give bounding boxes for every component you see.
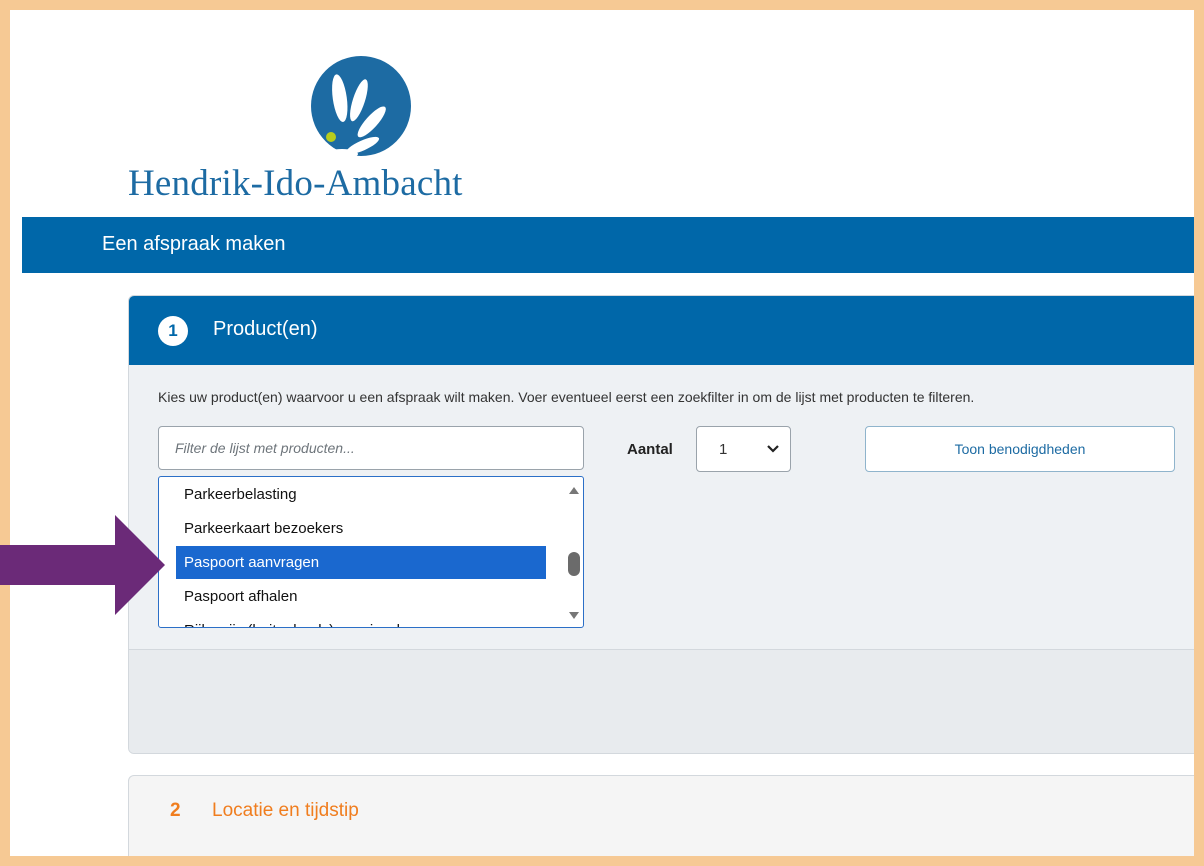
scroll-up-arrow-icon[interactable] [568,485,580,495]
quantity-select[interactable]: 1 [696,426,791,472]
page-header: Een afspraak maken [22,217,1194,273]
chevron-down-icon [767,445,779,453]
step-2-number: 2 [170,800,181,821]
step-1-instructions: Kies uw product(en) waarvoor u een afspr… [158,389,975,405]
step-1-title: Product(en) [213,318,318,340]
step-1-footer [129,649,1194,753]
step-2-title: Locatie en tijdstip [212,800,359,821]
arrow-right-icon [0,515,165,615]
list-item[interactable]: Paspoort afhalen [176,580,546,613]
product-filter-input[interactable] [158,426,584,470]
page-frame: Hendrik-Ido-Ambacht Een afspraak maken 1… [10,10,1194,856]
list-item-selected[interactable]: Paspoort aanvragen [176,546,546,579]
step-1-panel: 1 Product(en) Kies uw product(en) waarvo… [128,295,1194,754]
site-logo[interactable]: Hendrik-Ido-Ambacht [10,10,1194,217]
product-listbox[interactable]: Parkeerbelasting Parkeerkaart bezoekers … [158,476,584,628]
flower-logo-icon [311,56,411,156]
quantity-label: Aantal [627,441,673,458]
step-1-number: 1 [158,316,188,346]
logo-wordmark: Hendrik-Ido-Ambacht [128,163,463,204]
page-title: Een afspraak maken [102,233,286,255]
quantity-value: 1 [719,441,728,458]
step-2-panel[interactable]: 2 Locatie en tijdstip [128,775,1194,856]
list-item[interactable]: Parkeerbelasting [176,478,546,511]
listbox-scrollbar-thumb[interactable] [568,552,580,576]
step-1-header[interactable]: 1 Product(en) [129,296,1194,365]
list-item[interactable]: Parkeerkaart bezoekers [176,512,546,545]
scroll-down-arrow-icon[interactable] [568,611,580,621]
list-item[interactable]: Rijbewijs (buitenlands) omwisselen [176,614,546,627]
show-requirements-button[interactable]: Toon benodigdheden [865,426,1175,472]
